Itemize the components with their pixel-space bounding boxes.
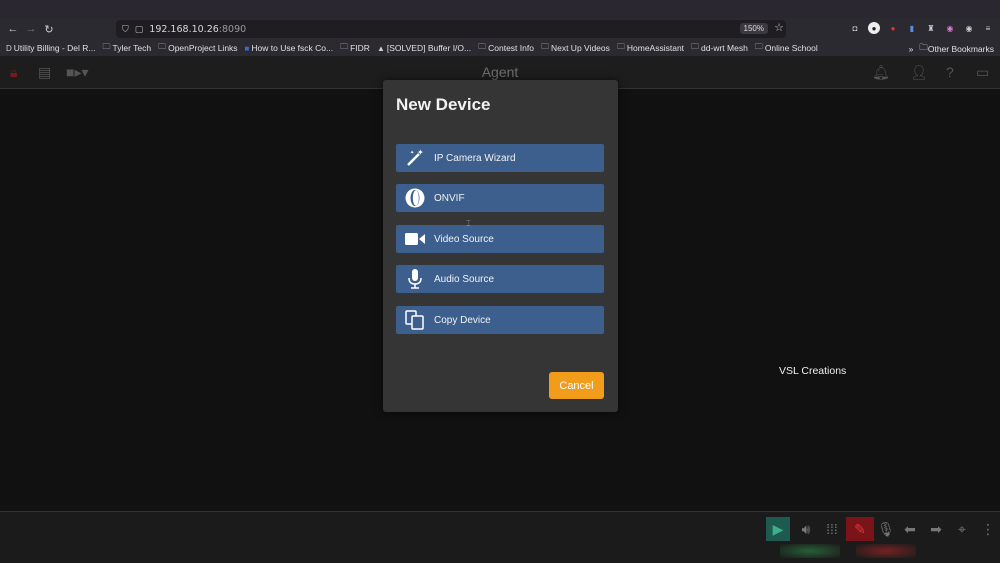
bookmark-item[interactable]: 🗀 dd-wrt Mesh [691, 41, 748, 55]
folder-icon: 🗀 [102, 42, 111, 51]
extension-dark-icon[interactable]: ♜ [925, 22, 937, 34]
ip-camera-wizard-button[interactable]: ✦ ✦ IP Camera Wizard [396, 144, 604, 172]
bookmark-item[interactable]: 🗀 Online School [755, 41, 818, 55]
bookmark-item[interactable]: 🗀 Next Up Videos [541, 41, 610, 55]
folder-icon: 🗀 [340, 42, 349, 51]
bookmark-item[interactable]: ▲ [SOLVED] Buffer I/O... [377, 43, 471, 53]
arch-icon: ▲ [376, 43, 385, 53]
audio-source-button[interactable]: Audio Source [396, 265, 604, 293]
extension-gray-icon[interactable]: ◉ [963, 22, 975, 34]
other-bookmarks[interactable]: » 🗀 Other Bookmarks [909, 42, 994, 56]
extension-color-icon[interactable]: ◉ [944, 22, 956, 34]
video-source-button[interactable]: Video Source [396, 225, 604, 253]
new-device-dialog: New Device ✦ ✦ IP Camera Wizard ONVIF Vid… [383, 80, 618, 412]
watermark-text: VSL Creations [779, 365, 847, 377]
svg-text:✦: ✦ [417, 148, 424, 157]
back-icon[interactable]: ← [4, 23, 22, 35]
shield-icon: ⛉ [122, 23, 129, 34]
copy-icon [396, 309, 434, 331]
bookmark-item[interactable]: 🗀 HomeAssistant [617, 41, 684, 55]
bookmark-item[interactable]: D Utility Billing - Del R... [6, 43, 96, 53]
bookmark-star-icon[interactable]: ☆ [774, 21, 784, 34]
more-options-icon[interactable]: ⋮ [976, 517, 1000, 541]
user-icon[interactable]: 👤︎ [910, 64, 928, 81]
edit-button[interactable]: ✎ [846, 517, 874, 541]
page-icon: ■ [244, 43, 250, 53]
extension-red-icon[interactable]: ● [887, 22, 899, 34]
option-label: IP Camera Wizard [434, 152, 516, 164]
url-field[interactable]: ⛉ ▢ 192.168.10.26:8090 150% ☆ [116, 20, 786, 38]
zoom-level-badge[interactable]: 150% [739, 23, 768, 34]
bottom-toolbar: ▶ 🔊︎ ⁞⁞⁞ ✎ 🎙︎ ⬅ ➡ ⌖ ⋮ [0, 512, 1000, 563]
folder-icon: 🗀 [478, 42, 487, 51]
bell-icon[interactable]: 🔔︎ [872, 64, 890, 81]
folder-icon: 🗀 [158, 42, 167, 51]
crosshair-icon[interactable]: ⌖ [950, 517, 974, 541]
arrow-right-icon[interactable]: ➡ [924, 517, 948, 541]
url-text: 192.168.10.26:8090 [149, 23, 247, 35]
menu-icon[interactable]: ≡ [982, 22, 994, 34]
dialog-title: New Device [396, 95, 491, 114]
play-button[interactable]: ▶ [766, 517, 790, 541]
cancel-button[interactable]: Cancel [549, 372, 604, 399]
page-info-icon: ▢ [134, 23, 144, 34]
help-icon[interactable]: ? [946, 64, 954, 80]
browser-tab-strip [0, 0, 1000, 18]
option-label: Audio Source [434, 273, 495, 285]
onvif-button[interactable]: ONVIF [396, 184, 604, 212]
bookmark-item[interactable]: 🗀 Contest Info [478, 41, 534, 55]
option-label: Copy Device [434, 314, 491, 326]
reload-icon[interactable]: ↻ [40, 23, 58, 36]
folder-icon: 🗀 [616, 42, 625, 51]
video-camera-icon [396, 231, 434, 247]
folder-icon: 🗀 [754, 42, 763, 51]
onvif-icon [396, 187, 434, 209]
mouse-cursor-icon: ⌶ [466, 219, 471, 228]
magic-wand-icon: ✦ ✦ [396, 148, 434, 168]
microphone-icon [396, 268, 434, 290]
extension-shield-icon[interactable]: ▮ [906, 22, 918, 34]
extension-icon[interactable]: ● [868, 22, 880, 34]
arrow-left-icon[interactable]: ⬅ [898, 517, 922, 541]
app-title: Agent [481, 64, 519, 80]
option-label: ONVIF [434, 192, 465, 204]
browser-nav-bar: ← → ↻ ⛉ ▢ 192.168.10.26:8090 150% ☆ ◘ ● … [0, 18, 1000, 40]
volume-icon[interactable]: 🔊︎ [794, 517, 818, 541]
chevron-double-right-icon[interactable]: » [909, 44, 914, 54]
status-glow-green [780, 544, 840, 558]
window-icon[interactable]: ▭ [976, 64, 989, 81]
folder-icon: 🗀 [919, 42, 928, 52]
bookmark-d-icon: D [6, 43, 12, 53]
status-glow-red [856, 544, 916, 558]
folder-icon: 🗀 [691, 42, 700, 51]
svg-text:✦: ✦ [410, 150, 414, 156]
bookmark-item[interactable]: 🗀 OpenProject Links [158, 41, 237, 55]
forward-icon[interactable]: → [22, 23, 40, 35]
option-label: Video Source [434, 233, 494, 245]
folder-icon: 🗀 [540, 42, 549, 51]
bookmark-item[interactable]: ■ How to Use fsck Co... [245, 43, 334, 53]
grid-icon[interactable]: ⁞⁞⁞ [820, 517, 844, 541]
bookmark-item[interactable]: 🗀 Tyler Tech [103, 41, 152, 55]
bookmark-item[interactable]: 🗀 FIDR [340, 41, 370, 55]
extensions-toolbar: ◘ ● ● ▮ ♜ ◉ ◉ ≡ [849, 22, 994, 34]
pocket-icon[interactable]: ◘ [849, 22, 861, 34]
microphone-toolbar-icon[interactable]: 🎙︎ [874, 517, 898, 541]
bookmarks-bar: D Utility Billing - Del R... 🗀 Tyler Tech … [0, 40, 1000, 56]
copy-device-button[interactable]: Copy Device [396, 306, 604, 334]
